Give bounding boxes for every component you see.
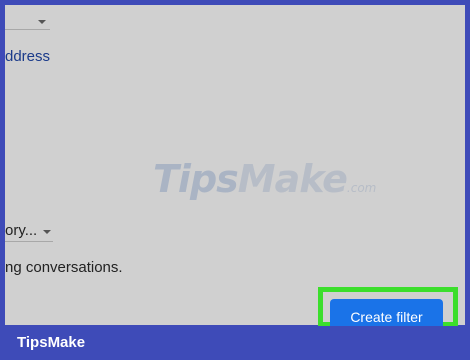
select-underline	[5, 241, 53, 242]
watermark-com: .com	[346, 181, 377, 195]
filter-panel: ddress TipsMake.com ory... ng conversati…	[5, 5, 465, 325]
conversations-option-label: ng conversations.	[5, 259, 123, 276]
select-underline	[5, 29, 50, 30]
address-link[interactable]: ddress	[5, 48, 50, 65]
footer-bar: TipsMake	[0, 326, 470, 360]
chevron-down-icon[interactable]	[43, 230, 51, 234]
chevron-down-icon[interactable]	[38, 20, 46, 24]
watermark-make: Make	[237, 157, 348, 201]
watermark-tips: Tips	[153, 157, 239, 201]
category-select[interactable]: ory...	[5, 222, 37, 239]
watermark-logo: TipsMake.com	[153, 157, 376, 201]
brand-logo: TipsMake	[17, 334, 86, 351]
